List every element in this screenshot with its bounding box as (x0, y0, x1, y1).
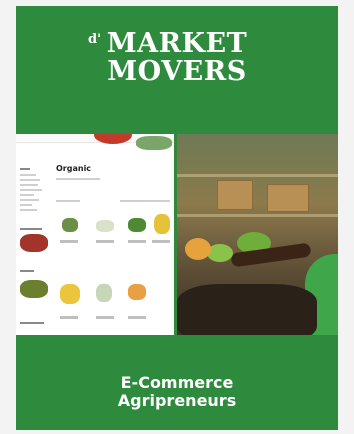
brand-logo: d' MARKET MOVERS (16, 30, 338, 86)
mock-sort-line (120, 200, 170, 202)
mock-sidebar-line (20, 184, 38, 186)
tagline-line-1: E-Commerce (120, 373, 234, 392)
mock-sidebar-line (20, 270, 34, 272)
tagline: E-Commerce Agripreneurs (16, 374, 338, 410)
website-screenshot-image: Organic (16, 134, 174, 335)
produce-item (185, 238, 211, 260)
mock-hero-herbs (136, 136, 172, 150)
mock-sidebar-line (20, 322, 44, 324)
mock-sidebar-line (20, 228, 42, 230)
market-stall-photo (177, 134, 338, 335)
mock-page-heading: Organic (56, 164, 92, 173)
mock-product-label (128, 240, 146, 243)
photo-collage: Organic (16, 134, 338, 335)
tagline-line-2: Agripreneurs (117, 391, 237, 410)
mock-sidebar-line (20, 174, 36, 176)
mock-sidebar-line (20, 204, 32, 206)
brand-line-2: MOVERS (107, 56, 247, 87)
mock-product-image (128, 218, 146, 232)
mock-product-image (128, 284, 146, 300)
brand-line-1: MARKET (106, 28, 248, 59)
mock-sidebar-image (20, 234, 48, 252)
counter-surface (177, 284, 317, 335)
mock-sidebar-line (20, 199, 39, 201)
produce-crate (217, 180, 253, 210)
mock-filter-line (56, 200, 80, 202)
produce-crate (267, 184, 309, 212)
mock-product-label (96, 316, 114, 319)
mock-subtitle-line (56, 178, 100, 180)
shelf-edge (177, 174, 338, 177)
brand-superscript: d' (88, 32, 102, 47)
mock-product-label (152, 240, 170, 243)
shelf-edge (177, 214, 338, 217)
mock-product-label (128, 316, 146, 319)
mock-product-image (154, 214, 170, 234)
mock-product-label (96, 240, 114, 243)
mock-sidebar-line (20, 189, 42, 191)
mock-product-image (96, 220, 114, 232)
mock-sidebar-line (20, 168, 30, 170)
mock-product-image (96, 284, 112, 302)
mock-sidebar-line (20, 209, 37, 211)
mock-product-label (60, 240, 78, 243)
mock-sidebar-line (20, 194, 34, 196)
mock-product-image (60, 284, 80, 304)
mock-sidebar-line (20, 179, 40, 181)
mock-sidebar-image (20, 280, 48, 298)
mock-product-label (60, 316, 78, 319)
mock-product-image (62, 218, 78, 232)
